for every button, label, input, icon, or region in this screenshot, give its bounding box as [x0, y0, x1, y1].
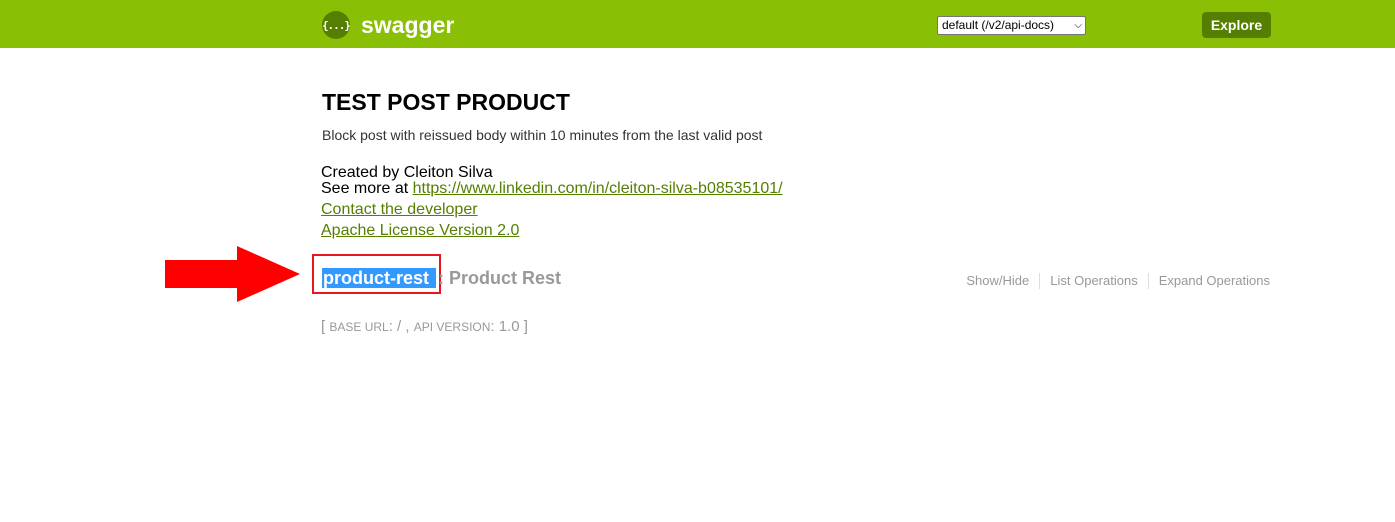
api-version-value: 1.0 [498, 318, 520, 335]
swagger-logo-icon: {...} [322, 11, 351, 39]
created-by: Created by Cleiton Silva [321, 164, 493, 181]
swagger-logo-text: swagger [361, 12, 455, 38]
list-operations-link[interactable]: List Operations [1039, 273, 1147, 289]
red-arrow-annotation [165, 246, 300, 302]
resource-separator: : [438, 268, 444, 288]
resource-heading: product-rest : Product Rest Show/Hide Li… [312, 254, 1272, 298]
base-url-sep: : [388, 318, 393, 335]
comma: , [405, 318, 410, 335]
license-row: Apache License Version 2.0 [321, 222, 519, 239]
spec-select-value: default (/v2/api-docs) [942, 18, 1055, 32]
top-bar: {...} swagger default (/v2/api-docs) ⌵ E… [0, 0, 1395, 48]
api-version-sep: : [490, 318, 495, 335]
base-url-info: [ base url: / , api version: 1.0 ] [321, 318, 528, 336]
explore-button[interactable]: Explore [1202, 12, 1271, 38]
spec-select[interactable]: default (/v2/api-docs) ⌵ [937, 16, 1086, 35]
show-hide-link[interactable]: Show/Hide [966, 273, 1039, 289]
page-title: TEST POST PRODUCT [322, 89, 570, 115]
swagger-logo[interactable]: {...} swagger [322, 11, 454, 39]
base-url-label: base url [329, 320, 389, 334]
resource-description-text: Product Rest [449, 268, 562, 288]
arrow-shape [165, 246, 300, 302]
see-more-line: See more at https://www.linkedin.com/in/… [321, 180, 783, 197]
open-bracket: [ [321, 318, 326, 335]
close-bracket: ] [523, 318, 528, 335]
resource-description: : Product Rest [438, 268, 561, 288]
chevron-down-icon: ⌵ [1074, 20, 1082, 31]
see-more-prefix: See more at [321, 180, 413, 197]
license-link[interactable]: Apache License Version 2.0 [321, 222, 519, 239]
resource-operations: Show/Hide List Operations Expand Operati… [966, 273, 1272, 289]
expand-operations-link[interactable]: Expand Operations [1147, 273, 1272, 289]
base-url-value: / [397, 318, 402, 335]
api-version-label: api version [413, 320, 491, 334]
resource-name-link[interactable]: product-rest [322, 268, 437, 288]
contact-developer-link[interactable]: Contact the developer [321, 201, 478, 218]
api-description: Block post with reissued body within 10 … [322, 127, 763, 143]
contact-row: Contact the developer [321, 201, 478, 218]
linkedin-link[interactable]: https://www.linkedin.com/in/cleiton-silv… [413, 180, 783, 197]
